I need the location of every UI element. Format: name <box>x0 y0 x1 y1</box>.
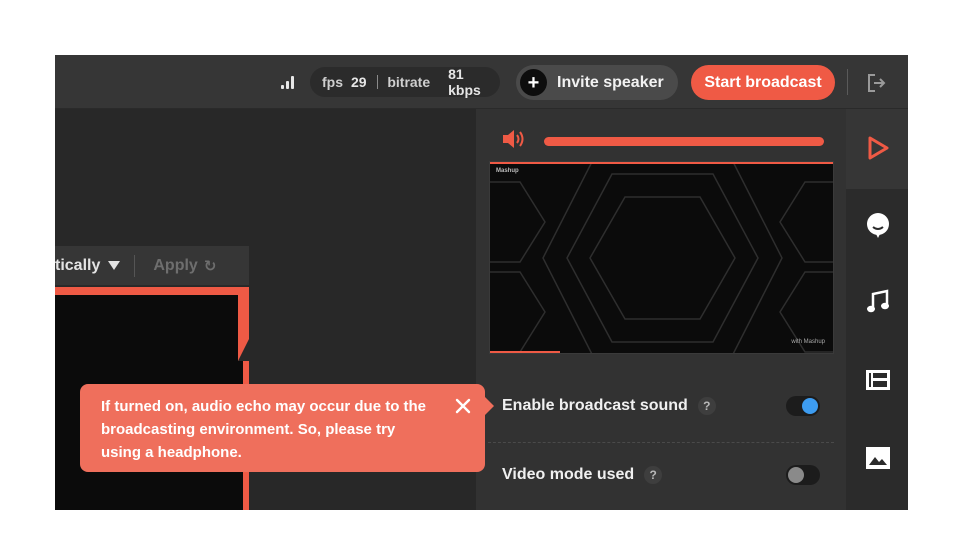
tooltip-text: If turned on, audio echo may occur due t… <box>101 398 427 461</box>
chat-icon[interactable] <box>865 212 891 238</box>
setting-video-mode: Video mode used ? <box>476 448 846 502</box>
broadcast-preview-screen: Mashup with Mashup <box>489 161 834 354</box>
broadcast-studio: fps 29 bitrate 81 kbps + Invite speaker … <box>55 55 908 510</box>
hexagon-pattern <box>490 162 833 353</box>
bitrate-label: bitrate <box>387 74 431 90</box>
echo-warning-tooltip: If turned on, audio echo may occur due t… <box>80 384 494 472</box>
screen-watermark: with Mashup <box>791 339 825 345</box>
help-icon[interactable]: ? <box>697 397 716 415</box>
image-icon[interactable] <box>865 445 891 471</box>
chevron-down-icon[interactable] <box>108 261 121 270</box>
toggle-knob <box>788 467 804 483</box>
fps-label: fps <box>322 74 343 90</box>
fps-value: 29 <box>351 74 367 90</box>
plus-icon: + <box>520 69 547 96</box>
invite-speaker-label: Invite speaker <box>557 73 664 91</box>
preview-panel: Mashup with Mashup Enable broadcast soun… <box>476 109 846 510</box>
screen-bottom-accent <box>490 351 560 353</box>
stream-stats: fps 29 bitrate 81 kbps <box>310 66 500 98</box>
help-icon[interactable]: ? <box>644 466 663 484</box>
frame-notch <box>238 339 249 361</box>
layout-mode-select[interactable]: tically <box>55 257 100 275</box>
broadcast-sound-toggle[interactable] <box>786 396 820 416</box>
exit-icon[interactable] <box>867 73 887 93</box>
settings-divider <box>488 442 834 443</box>
setting-label: Video mode used <box>502 466 635 483</box>
layout-toolbar: tically Apply ↻ <box>55 246 249 286</box>
music-icon[interactable] <box>865 289 891 315</box>
screen-logo: Mashup <box>496 168 519 174</box>
stats-divider <box>376 75 378 89</box>
signal-icon <box>281 75 299 89</box>
layout-icon[interactable] <box>865 367 891 393</box>
video-mode-toggle[interactable] <box>786 465 820 485</box>
top-bar: fps 29 bitrate 81 kbps + Invite speaker … <box>55 55 908 109</box>
volume-slider[interactable] <box>544 137 824 146</box>
refresh-icon: ↻ <box>203 257 217 275</box>
bitrate-value: 81 kbps <box>448 66 481 98</box>
toggle-knob <box>802 398 818 414</box>
right-sidebar <box>846 109 908 510</box>
screen-top-accent <box>490 162 833 164</box>
volume-icon[interactable] <box>501 128 525 150</box>
setting-broadcast-sound: Enable broadcast sound ? <box>476 379 846 433</box>
toolbar-divider <box>134 254 136 277</box>
play-icon[interactable] <box>865 135 891 161</box>
invite-speaker-button[interactable]: + Invite speaker <box>516 65 678 100</box>
apply-button[interactable]: Apply <box>153 257 197 275</box>
topbar-divider <box>847 69 848 95</box>
setting-label: Enable broadcast sound <box>502 397 688 414</box>
close-icon[interactable] <box>454 397 472 415</box>
start-broadcast-button[interactable]: Start broadcast <box>691 65 835 100</box>
